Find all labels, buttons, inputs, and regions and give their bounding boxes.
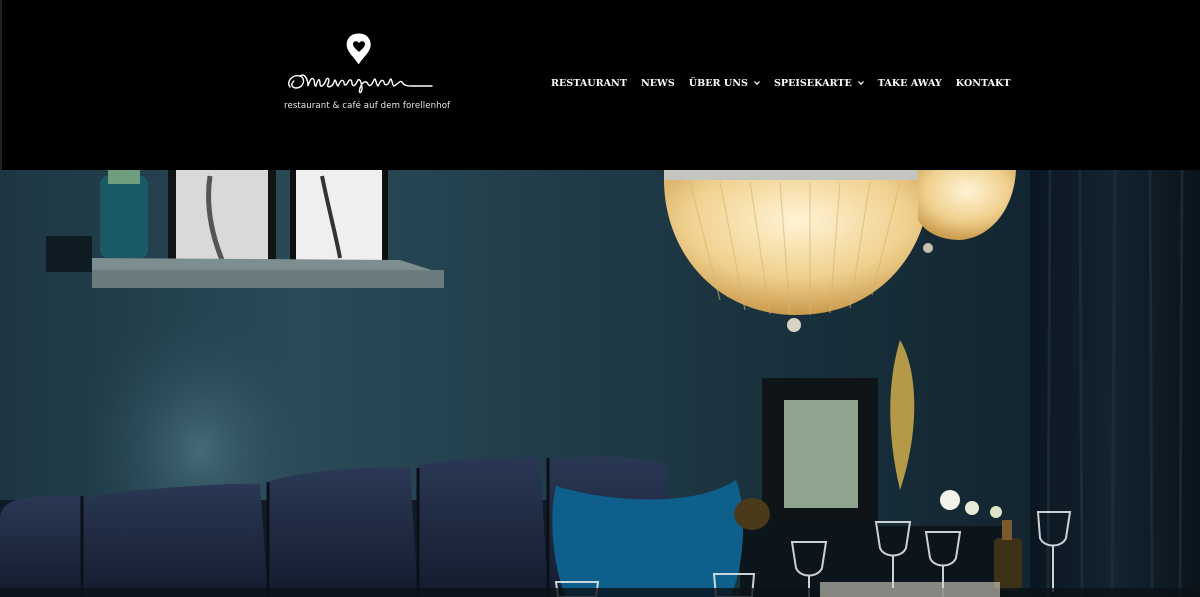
nav-item-label: NEWS [640, 77, 675, 89]
chevron-down-icon [857, 80, 864, 86]
restaurant-interior-photo [0, 170, 1200, 597]
site-header: restaurant & café auf dem forellenhof RE… [0, 0, 1200, 170]
heart-pin-icon [346, 33, 371, 65]
hero-image [0, 170, 1200, 597]
nav-item-label: ÜBER UNS [688, 77, 748, 89]
nav-item-ueber-uns[interactable]: ÜBER UNS [689, 78, 760, 89]
site-tagline: restaurant & café auf dem forellenhof [284, 101, 451, 111]
main-nav: RESTAURANT NEWS ÜBER UNS SPEISEKARTE TAK… [551, 76, 1011, 90]
nav-item-take-away[interactable]: TAKE AWAY [878, 78, 942, 89]
logo-script-mark [288, 33, 433, 94]
nav-item-label: SPEISEKARTE [773, 77, 852, 89]
nav-item-kontakt[interactable]: KONTAKT [956, 78, 1011, 89]
nav-item-speisekarte[interactable]: SPEISEKARTE [774, 78, 864, 89]
nav-item-label: RESTAURANT [551, 77, 627, 89]
nav-item-label: KONTAKT [955, 77, 1011, 89]
chevron-down-icon [753, 80, 760, 86]
site-logo[interactable]: restaurant & café auf dem forellenhof [284, 30, 451, 116]
nav-item-restaurant[interactable]: RESTAURANT [551, 78, 627, 89]
nav-item-news[interactable]: NEWS [641, 78, 675, 89]
nav-item-label: TAKE AWAY [877, 77, 942, 89]
page: restaurant & café auf dem forellenhof RE… [0, 0, 1200, 597]
